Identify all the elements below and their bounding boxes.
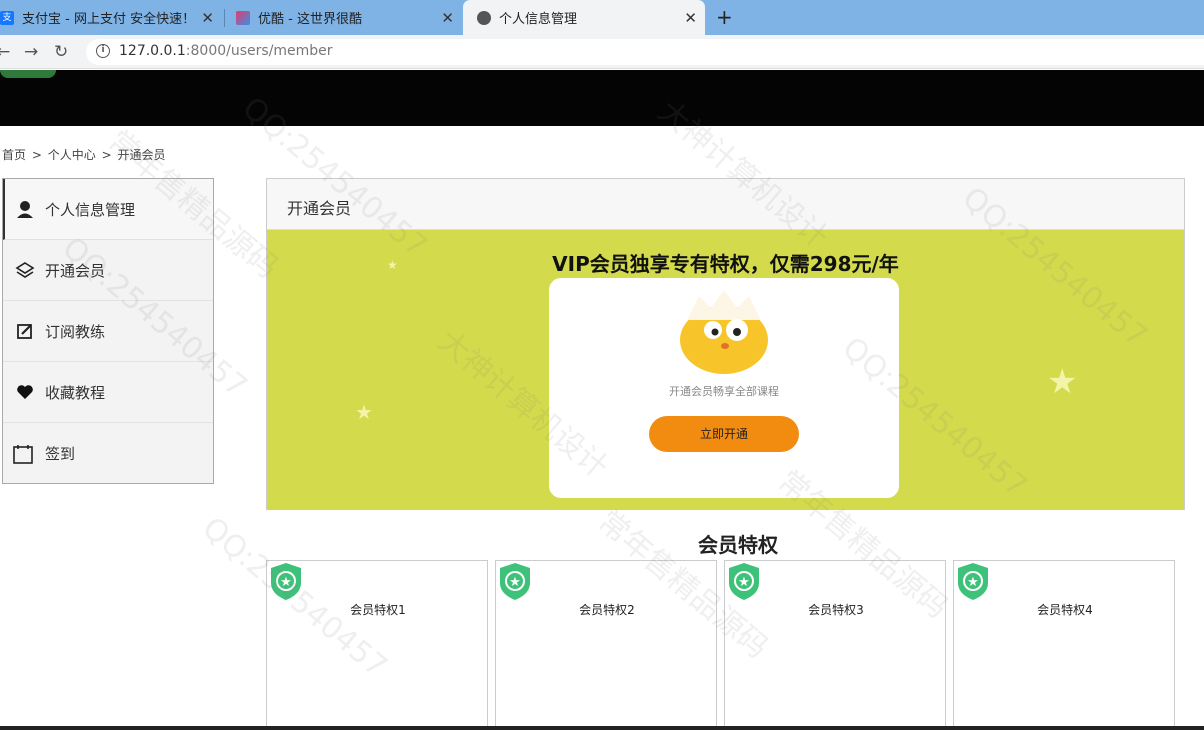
perks-title: 会员特权 (698, 533, 778, 557)
site-header (0, 70, 1204, 126)
back-icon[interactable]: ← (0, 42, 10, 62)
svg-text:★: ★ (509, 575, 521, 590)
svg-text:★: ★ (967, 575, 979, 590)
forward-icon[interactable]: → (24, 42, 38, 62)
globe-icon (477, 11, 491, 25)
breadcrumb-user-center[interactable]: 个人中心 (48, 148, 96, 162)
tab-separator (224, 9, 225, 27)
browser-tab-bar: 支 支付宝 - 网上支付 安全快速！ ✕ 优酷 - 这世界很酷 ✕ 个人信息管理… (0, 0, 1204, 35)
banner-title: VIP会员独享专有特权，仅需298元/年 (552, 252, 899, 276)
sidebar-item-label: 订阅教练 (45, 322, 106, 341)
perk-card[interactable]: ★ 会员特权4 (953, 560, 1175, 730)
breadcrumb-separator: > (31, 148, 42, 162)
perk-label: 会员特权4 (1037, 603, 1093, 617)
badge-icon: ★ (271, 563, 301, 600)
vip-banner: ★ ★ ★ VIP会员独享专有特权，仅需298元/年 开通会员畅享全部课程 立即… (267, 230, 1184, 510)
tab-title: 个人信息管理 (499, 12, 578, 27)
perk-card[interactable]: ★ 会员特权1 (266, 560, 488, 730)
sidebar-item-label: 个人信息管理 (45, 200, 136, 219)
badge-icon: ★ (729, 563, 759, 600)
svg-text:★: ★ (280, 575, 292, 590)
alipay-favicon-icon: 支 (0, 11, 14, 25)
url-path: :8000/users/member (185, 43, 333, 59)
perk-label: 会员特权1 (350, 603, 406, 617)
calendar-icon (11, 442, 35, 466)
sidebar-item-label: 收藏教程 (45, 383, 106, 402)
breadcrumb-separator: > (101, 148, 112, 162)
sidebar-item-profile[interactable]: 个人信息管理 (3, 179, 213, 240)
sidebar-item-label: 签到 (45, 445, 76, 463)
close-icon[interactable]: ✕ (684, 9, 697, 27)
sidebar-item-checkin[interactable]: 签到 (3, 423, 213, 484)
address-bar-row: ← → ↻ i 127.0.0.1:8000/users/member (0, 35, 1204, 69)
browser-tab-active[interactable]: 个人信息管理 ✕ (463, 0, 705, 35)
tab-title: 支付宝 - 网上支付 安全快速！ (22, 12, 196, 27)
youku-favicon-icon (236, 11, 250, 25)
reload-icon[interactable]: ↻ (54, 42, 68, 62)
perk-card[interactable]: ★ 会员特权3 (724, 560, 946, 730)
perk-label: 会员特权3 (808, 603, 864, 617)
sidebar-item-subscribe-coach[interactable]: 订阅教练 (3, 301, 213, 362)
breadcrumb-home[interactable]: 首页 (2, 148, 26, 162)
breadcrumb: 首页 > 个人中心 > 开通会员 (2, 146, 167, 163)
perk-label: 会员特权2 (579, 603, 635, 617)
browser-tab-youku[interactable]: 优酷 - 这世界很酷 ✕ (236, 0, 462, 35)
open-membership-button[interactable]: 立即开通 (649, 416, 799, 452)
svg-text:★: ★ (738, 575, 750, 590)
sidebar-item-label: 开通会员 (45, 261, 106, 280)
close-icon[interactable]: ✕ (201, 9, 214, 27)
breadcrumb-current: 开通会员 (117, 148, 166, 162)
edit-icon (15, 321, 35, 341)
vip-card: 开通会员畅享全部课程 立即开通 (549, 278, 899, 498)
bottom-edge (0, 726, 1204, 730)
sidebar-item-favorites[interactable]: 收藏教程 (3, 362, 213, 423)
user-icon (15, 199, 35, 219)
layers-icon (15, 260, 35, 280)
sidebar-menu: 个人信息管理 开通会员 订阅教练 收藏教程 签到 (2, 178, 214, 484)
close-icon[interactable]: ✕ (441, 9, 454, 27)
url-text: 127.0.0.1:8000/users/member (119, 43, 333, 59)
badge-icon: ★ (958, 563, 988, 600)
star-icon: ★ (1047, 362, 1078, 402)
sidebar-item-membership[interactable]: 开通会员 (3, 240, 213, 301)
site-logo[interactable] (0, 70, 56, 78)
perk-card[interactable]: ★ 会员特权2 (495, 560, 717, 730)
mascot-icon (680, 290, 768, 374)
browser-tab-alipay[interactable]: 支 支付宝 - 网上支付 安全快速！ ✕ (0, 0, 222, 35)
url-host: 127.0.0.1 (119, 43, 186, 59)
info-icon[interactable]: i (96, 44, 110, 58)
new-tab-icon[interactable]: + (716, 5, 733, 29)
badge-icon: ★ (500, 563, 530, 600)
membership-panel: 开通会员 ★ ★ ★ VIP会员独享专有特权，仅需298元/年 开通会员畅享全部… (266, 178, 1185, 510)
card-description: 开通会员畅享全部课程 (669, 385, 779, 398)
panel-title: 开通会员 (267, 179, 1184, 230)
url-input[interactable]: i 127.0.0.1:8000/users/member (86, 39, 1204, 65)
heart-icon (15, 382, 35, 402)
star-icon: ★ (355, 400, 373, 424)
tab-title: 优酷 - 这世界很酷 (258, 12, 362, 27)
